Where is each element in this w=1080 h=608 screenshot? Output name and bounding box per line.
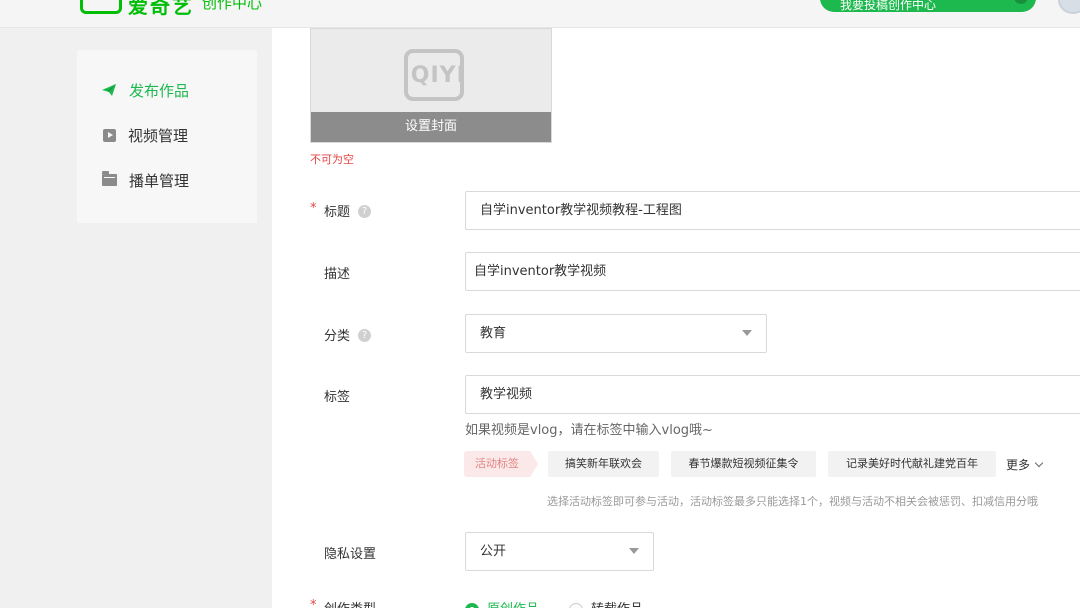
chevron-down-icon [629,548,639,554]
more-tags-button[interactable]: 更多 [1006,456,1044,473]
activity-tag-chip[interactable]: 搞笑新年联欢会 [548,451,659,477]
category-value: 教育 [480,326,507,341]
title-label-text: 标题 [324,205,351,220]
activity-tag-label: 活动标签 [464,451,538,477]
video-play-icon [103,128,116,142]
chevron-down-icon [742,330,752,336]
privacy-label: 隐私设置 [324,547,377,562]
upload-button-label: 我要投稿创作中心 [840,0,937,12]
privacy-select[interactable]: 公开 [465,532,654,571]
help-icon[interactable]: ? [358,329,372,342]
radio-original-label[interactable]: 原创作品 [487,598,539,608]
logo-text[interactable]: 爱奇艺 [128,0,194,19]
send-icon [101,82,117,98]
iqiyi-logo-icon[interactable] [80,0,122,14]
radio-reprint-label[interactable]: 转载作品 [591,598,643,608]
upload-button[interactable]: 我要投稿创作中心 [820,0,1036,12]
top-header: 爱奇艺 创作中心 我要投稿创作中心 [0,0,1080,28]
category-label: 分类? [324,325,372,344]
tags-hint: 如果视频是vlog，请在标签中输入vlog哦~ [465,423,713,438]
sidebar-item-label: 视频管理 [128,126,189,145]
required-mark: * [310,598,317,608]
iqiyi-placeholder-icon: iQIYI [402,49,465,101]
activity-tag-chip[interactable]: 春节爆款短视频征集令 [671,451,816,477]
help-icon[interactable]: ? [358,205,372,218]
privacy-value: 公开 [480,544,507,559]
cover-uploader[interactable]: iQIYI 设置封面 [310,28,552,143]
sidebar-item-videos[interactable]: 视频管理 [101,123,188,147]
cover-error-text: 不可为空 [310,153,354,166]
set-cover-button[interactable]: 设置封面 [311,112,551,142]
description-input[interactable]: 自学inventor教学视频 [465,252,1080,291]
tags-input[interactable]: 教学视频 [465,375,1080,414]
sidebar-item-publish[interactable]: 发布作品 [101,78,189,102]
activity-hint: 选择活动标签即可参与活动，活动标签最多只能选择1个，视频与活动不相关会被惩罚、扣… [547,495,1038,508]
category-select[interactable]: 教育 [465,314,767,353]
tags-label: 标签 [324,390,351,405]
logo-subtitle: 创作中心 [202,0,263,12]
creation-type-label: 创作类型 [324,598,376,608]
sidebar-item-label: 发布作品 [129,81,190,100]
title-label: 标题? [324,201,372,220]
more-tags-label: 更多 [1006,458,1031,472]
activity-tag-chip[interactable]: 记录美好时代献礼建党百年 [828,451,996,477]
avatar[interactable] [1058,0,1080,14]
sidebar-item-label: 播单管理 [129,171,190,190]
required-mark: * [310,201,317,216]
sidebar-item-playlists[interactable]: 播单管理 [101,168,189,192]
description-label: 描述 [324,267,351,282]
chevron-down-icon [1034,458,1044,468]
folder-icon [102,171,117,186]
arrow-icon [1014,0,1028,4]
title-input[interactable]: 自学inventor教学视频教程-工程图 [465,191,1080,230]
category-label-text: 分类 [324,329,351,344]
